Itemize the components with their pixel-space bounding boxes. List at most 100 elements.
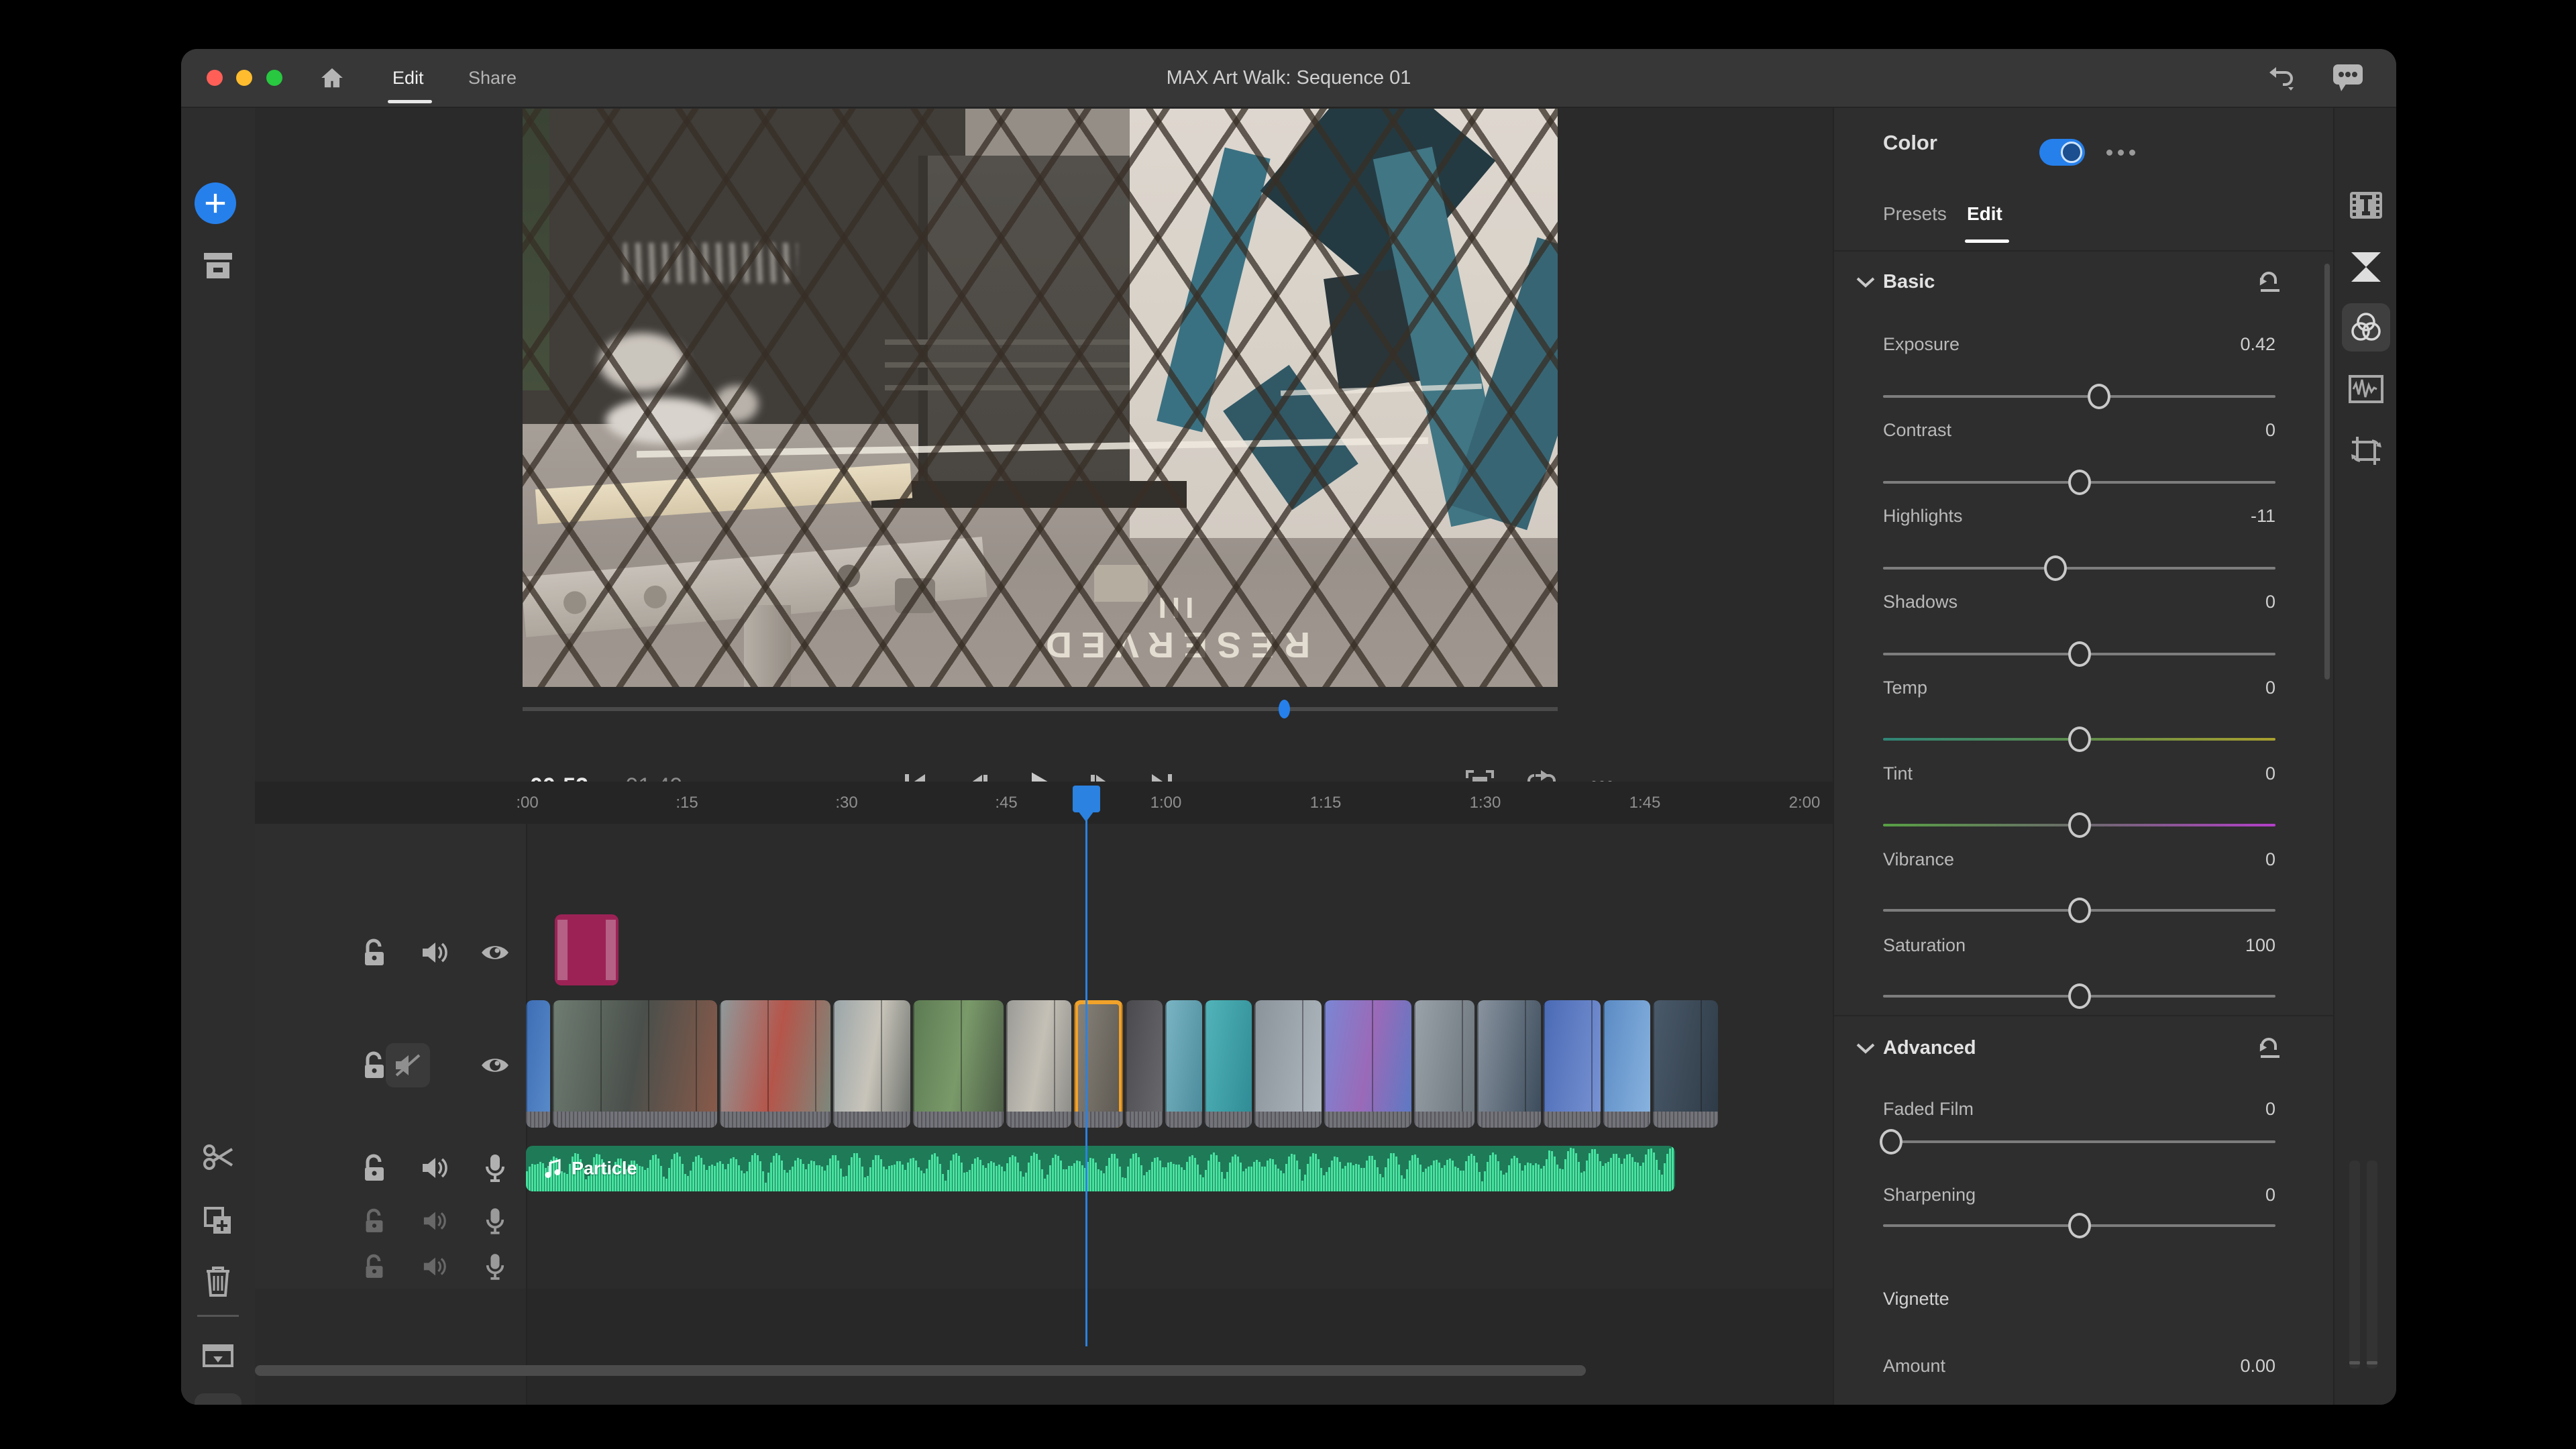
duplicate-clip-button[interactable] <box>195 1197 241 1244</box>
audio-track-3 <box>255 1244 1833 1290</box>
clip-audio-strip <box>1414 1112 1474 1128</box>
video-clip[interactable] <box>1477 1000 1541 1128</box>
video-clip[interactable] <box>720 1000 830 1128</box>
color-effect-toggle[interactable] <box>2039 139 2085 166</box>
slider-track[interactable] <box>1883 824 2275 826</box>
video-clip[interactable] <box>1126 1000 1163 1128</box>
video-clip[interactable] <box>526 1000 550 1128</box>
timeline-horizontal-scrollbar[interactable] <box>255 1365 1586 1376</box>
slider-track[interactable] <box>1883 1224 2275 1227</box>
slider-knob[interactable] <box>2068 470 2091 495</box>
tab-presets[interactable]: Presets <box>1883 203 1947 225</box>
hide-track-button[interactable] <box>480 942 510 963</box>
slider-knob[interactable] <box>2068 983 2091 1009</box>
slider-track[interactable] <box>1883 1140 2275 1143</box>
project-title: MAX Art Walk: Sequence 01 <box>181 49 2396 107</box>
lock-track-button[interactable] <box>364 1254 385 1279</box>
slider-knob[interactable] <box>2044 555 2067 581</box>
panel-scrollbar[interactable] <box>2324 264 2330 680</box>
video-clip[interactable] <box>1324 1000 1411 1128</box>
reset-basic-button[interactable] <box>2257 272 2284 294</box>
track-header <box>255 1289 527 1405</box>
slider-knob[interactable] <box>1880 1129 1902 1155</box>
record-voiceover-button[interactable] <box>485 1252 505 1281</box>
chevron-down-icon[interactable] <box>1856 1042 1876 1055</box>
video-clip-selected[interactable] <box>1074 1000 1123 1128</box>
video-clip[interactable] <box>833 1000 910 1128</box>
audio-panel-button[interactable] <box>2342 365 2390 413</box>
chevron-down-icon[interactable] <box>1856 276 1876 289</box>
crop-transform-panel-button[interactable] <box>2342 427 2390 475</box>
advanced-section-header[interactable]: Advanced <box>1883 1037 1976 1059</box>
undo-button[interactable] <box>2261 61 2301 95</box>
scrub-playhead-dot[interactable] <box>1279 700 1290 718</box>
slider-track[interactable] <box>1883 995 2275 998</box>
slider-track[interactable] <box>1883 481 2275 484</box>
slider-track[interactable] <box>1883 738 2275 741</box>
voiceover-button[interactable] <box>195 1332 241 1379</box>
mute-track-button[interactable] <box>422 1255 447 1278</box>
video-clip[interactable] <box>1544 1000 1601 1128</box>
timeline-ruler[interactable]: :00:15:30:451:001:151:301:452:00 <box>255 782 1833 826</box>
lock-track-button[interactable] <box>362 1154 386 1182</box>
delete-clip-button[interactable] <box>195 1258 241 1305</box>
thumbnail-separators <box>1006 1000 1071 1128</box>
hide-track-button[interactable] <box>480 1055 510 1076</box>
slider-knob[interactable] <box>2068 727 2091 752</box>
tab-color-edit[interactable]: Edit <box>1967 203 2002 225</box>
slider-track[interactable] <box>1883 909 2275 912</box>
clip-trim-handle-right[interactable] <box>606 920 616 980</box>
color-panel-button[interactable] <box>2342 303 2390 352</box>
music-clip[interactable]: Particle <box>526 1146 1675 1191</box>
lock-track-button[interactable] <box>362 1051 386 1079</box>
slider-track[interactable] <box>1883 395 2275 398</box>
voiceover-tray-icon <box>203 1344 233 1367</box>
record-voiceover-button[interactable] <box>485 1207 505 1235</box>
playhead-line[interactable] <box>1085 810 1087 1346</box>
panel-more-options-button[interactable] <box>2106 150 2135 156</box>
lock-track-button[interactable] <box>364 1208 385 1234</box>
video-clip[interactable] <box>1254 1000 1322 1128</box>
slider-knob[interactable] <box>2088 384 2110 409</box>
slider-track[interactable] <box>1883 567 2275 570</box>
slider-knob[interactable] <box>2068 641 2091 667</box>
lock-track-button[interactable] <box>362 938 386 967</box>
mute-track-button[interactable] <box>421 1155 449 1181</box>
video-clip[interactable] <box>1603 1000 1650 1128</box>
slider-track[interactable] <box>1883 653 2275 655</box>
add-media-button[interactable] <box>195 182 236 224</box>
basic-section-header[interactable]: Basic <box>1883 271 1935 293</box>
split-clip-button[interactable] <box>195 1133 241 1180</box>
lock-open-icon <box>364 1254 385 1279</box>
feedback-button[interactable] <box>2328 60 2368 96</box>
video-clip[interactable] <box>913 1000 1004 1128</box>
slider-knob[interactable] <box>2068 1213 2091 1238</box>
video-clip-sequence <box>526 1000 1718 1128</box>
video-clip[interactable] <box>1165 1000 1202 1128</box>
clip-trim-handle-left[interactable] <box>557 920 568 980</box>
reset-advanced-button[interactable] <box>2257 1038 2284 1061</box>
vignette-amount-label: Amount <box>1883 1356 1945 1377</box>
video-clip[interactable] <box>1205 1000 1252 1128</box>
video-clip[interactable] <box>1653 1000 1718 1128</box>
mute-track-button[interactable] <box>394 1053 422 1078</box>
app-window: Edit Share MAX Art Walk: Sequence 01 <box>181 49 2396 1405</box>
track-controls-button[interactable] <box>195 1393 241 1405</box>
slider-knob[interactable] <box>2068 898 2091 923</box>
preview-scrub-bar[interactable] <box>523 707 1558 711</box>
video-clip[interactable] <box>553 1000 717 1128</box>
mute-track-button[interactable] <box>421 940 449 965</box>
title-clip[interactable] <box>555 914 619 985</box>
video-clip[interactable] <box>1414 1000 1474 1128</box>
media-browser-button[interactable] <box>195 242 241 289</box>
titles-panel-button[interactable] <box>2342 181 2390 229</box>
thumbnail-separators <box>553 1000 717 1128</box>
slider-knob[interactable] <box>2068 812 2091 838</box>
playhead-handle[interactable] <box>1073 786 1100 812</box>
crop-icon <box>2349 434 2383 468</box>
transitions-icon <box>2350 251 2382 283</box>
transitions-panel-button[interactable] <box>2342 243 2390 291</box>
video-clip[interactable] <box>1006 1000 1071 1128</box>
record-voiceover-button[interactable] <box>484 1153 506 1183</box>
mute-track-button[interactable] <box>422 1210 447 1232</box>
